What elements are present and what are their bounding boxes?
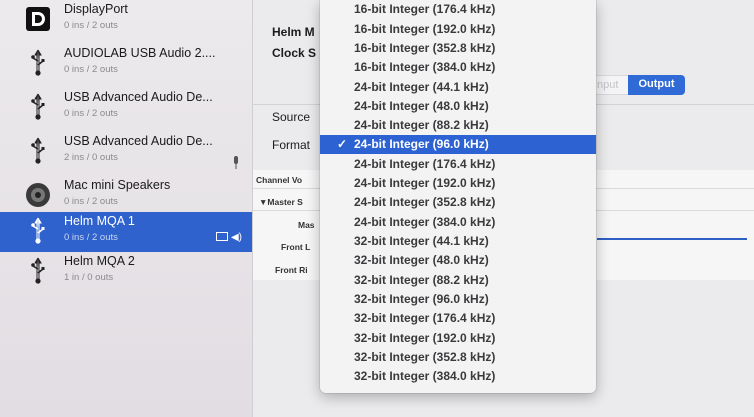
device-channels: 0 ins / 2 outs xyxy=(64,232,118,243)
device-channels: 1 in / 0 outs xyxy=(64,272,114,283)
menu-item[interactable]: 24-bit Integer (44.1 kHz) xyxy=(320,78,596,97)
menu-item-label: 32-bit Integer (48.0 kHz) xyxy=(354,253,489,267)
volume-icon: ◀︎) xyxy=(230,232,242,243)
source-label: Source xyxy=(272,110,311,124)
device-name: AUDIOLAB USB Audio 2.... xyxy=(64,46,216,60)
device-item-helm-mqa-1[interactable]: Helm MQA 1 0 ins / 2 outs ◀︎) xyxy=(0,212,252,252)
menu-item-label: 32-bit Integer (44.1 kHz) xyxy=(354,234,489,248)
menu-item[interactable]: 16-bit Integer (352.8 kHz) xyxy=(320,39,596,58)
menu-item[interactable]: 24-bit Integer (48.0 kHz) xyxy=(320,97,596,116)
menu-item-label: 24-bit Integer (96.0 kHz) xyxy=(354,137,489,151)
menu-item-label: 24-bit Integer (88.2 kHz) xyxy=(354,118,489,132)
menu-item[interactable]: 16-bit Integer (192.0 kHz) xyxy=(320,20,596,39)
master-channel-row: Mas xyxy=(298,220,315,230)
menu-item[interactable]: 32-bit Integer (88.2 kHz) xyxy=(320,271,596,290)
menu-item[interactable]: 16-bit Integer (384.0 kHz) xyxy=(320,58,596,77)
menu-item[interactable]: 32-bit Integer (44.1 kHz) xyxy=(320,232,596,251)
microphone-icon xyxy=(233,156,239,173)
displayport-icon xyxy=(24,4,52,34)
menu-item[interactable]: 24-bit Integer (88.2 kHz) xyxy=(320,116,596,135)
menu-item-label: 32-bit Integer (96.0 kHz) xyxy=(354,292,489,306)
checkmark-icon: ✓ xyxy=(337,137,348,151)
menu-item[interactable]: 24-bit Integer (384.0 kHz) xyxy=(320,213,596,232)
menu-item[interactable]: 16-bit Integer (176.4 kHz) xyxy=(320,0,596,19)
tab-output[interactable]: Output xyxy=(628,75,685,95)
device-channels: 0 ins / 2 outs xyxy=(64,64,118,75)
device-name: DisplayPort xyxy=(64,2,128,16)
device-sidebar: DisplayPort 0 ins / 2 outs AUDIOLAB USB … xyxy=(0,0,253,417)
menu-item-label: 16-bit Integer (384.0 kHz) xyxy=(354,60,496,74)
menu-item-label: 24-bit Integer (384.0 kHz) xyxy=(354,215,496,229)
menu-item-label: 16-bit Integer (192.0 kHz) xyxy=(354,22,496,36)
device-channels: 2 ins / 0 outs xyxy=(64,152,118,163)
menu-item-label: 32-bit Integer (176.4 kHz) xyxy=(354,311,496,325)
menu-item[interactable]: 32-bit Integer (352.8 kHz) xyxy=(320,348,596,367)
device-title: Helm M xyxy=(272,25,315,39)
menu-item[interactable]: 32-bit Integer (192.0 kHz) xyxy=(320,329,596,348)
device-item-usb-advanced-out[interactable]: USB Advanced Audio De... 0 ins / 2 outs xyxy=(0,88,252,128)
menu-item-label: 16-bit Integer (176.4 kHz) xyxy=(354,2,496,16)
device-name: Mac mini Speakers xyxy=(64,178,171,192)
format-label: Format xyxy=(272,138,311,152)
menu-item-label: 24-bit Integer (44.1 kHz) xyxy=(354,80,489,94)
device-name: Helm MQA 1 xyxy=(64,214,135,228)
usb-icon xyxy=(24,136,52,166)
menu-item[interactable]: 32-bit Integer (384.0 kHz) xyxy=(320,367,596,386)
menu-item[interactable]: 24-bit Integer (192.0 kHz) xyxy=(320,174,596,193)
menu-item-label: 32-bit Integer (384.0 kHz) xyxy=(354,369,496,383)
clock-source-label: Clock S xyxy=(272,46,317,60)
device-channels: 0 ins / 2 outs xyxy=(64,108,118,119)
menu-item-label: 24-bit Integer (48.0 kHz) xyxy=(354,99,489,113)
device-item-usb-advanced-in[interactable]: USB Advanced Audio De... 2 ins / 0 outs xyxy=(0,132,252,172)
menu-item[interactable]: 32-bit Integer (48.0 kHz) xyxy=(320,251,596,270)
menu-item-label: 24-bit Integer (192.0 kHz) xyxy=(354,176,496,190)
front-left-row: Front L xyxy=(281,242,311,252)
menu-item-label: 24-bit Integer (352.8 kHz) xyxy=(354,195,496,209)
input-output-segmented-control: Input Output xyxy=(583,75,685,95)
device-name: Helm MQA 2 xyxy=(64,254,135,268)
device-channels: 0 ins / 2 outs xyxy=(64,196,118,207)
device-name: USB Advanced Audio De... xyxy=(64,134,213,148)
channel-volume-header: Channel Vo xyxy=(256,175,303,185)
menu-item-label: 16-bit Integer (352.8 kHz) xyxy=(354,41,496,55)
menu-item[interactable]: 32-bit Integer (176.4 kHz) xyxy=(320,309,596,328)
device-name: USB Advanced Audio De... xyxy=(64,90,213,104)
default-device-indicators: ◀︎) xyxy=(215,232,242,243)
speaker-icon xyxy=(24,180,52,210)
system-output-icon xyxy=(215,232,228,241)
usb-icon xyxy=(24,256,52,286)
usb-icon xyxy=(24,92,52,122)
menu-item[interactable]: 32-bit Integer (96.0 kHz) xyxy=(320,290,596,309)
usb-icon xyxy=(24,48,52,78)
format-popup-menu: 16-bit Integer (176.4 kHz) 16-bit Intege… xyxy=(320,0,596,393)
menu-item-selected[interactable]: ✓ 24-bit Integer (96.0 kHz) xyxy=(320,135,596,154)
device-item-mac-mini-speakers[interactable]: Mac mini Speakers 0 ins / 2 outs xyxy=(0,176,252,216)
master-stream-row[interactable]: ▼Master S xyxy=(259,197,303,207)
device-item-audiolab[interactable]: AUDIOLAB USB Audio 2.... 0 ins / 2 outs xyxy=(0,44,252,84)
menu-item-label: 32-bit Integer (352.8 kHz) xyxy=(354,350,496,364)
menu-item[interactable]: 24-bit Integer (176.4 kHz) xyxy=(320,155,596,174)
menu-item-label: 32-bit Integer (88.2 kHz) xyxy=(354,273,489,287)
device-item-displayport[interactable]: DisplayPort 0 ins / 2 outs xyxy=(0,0,252,40)
front-right-row: Front Ri xyxy=(275,265,308,275)
device-item-helm-mqa-2[interactable]: Helm MQA 2 1 in / 0 outs xyxy=(0,252,252,292)
device-channels: 0 ins / 2 outs xyxy=(64,20,118,31)
menu-item-label: 32-bit Integer (192.0 kHz) xyxy=(354,331,496,345)
menu-item[interactable]: 24-bit Integer (352.8 kHz) xyxy=(320,193,596,212)
usb-icon xyxy=(24,216,52,246)
volume-slider-track[interactable] xyxy=(597,238,747,240)
menu-item-label: 24-bit Integer (176.4 kHz) xyxy=(354,157,496,171)
